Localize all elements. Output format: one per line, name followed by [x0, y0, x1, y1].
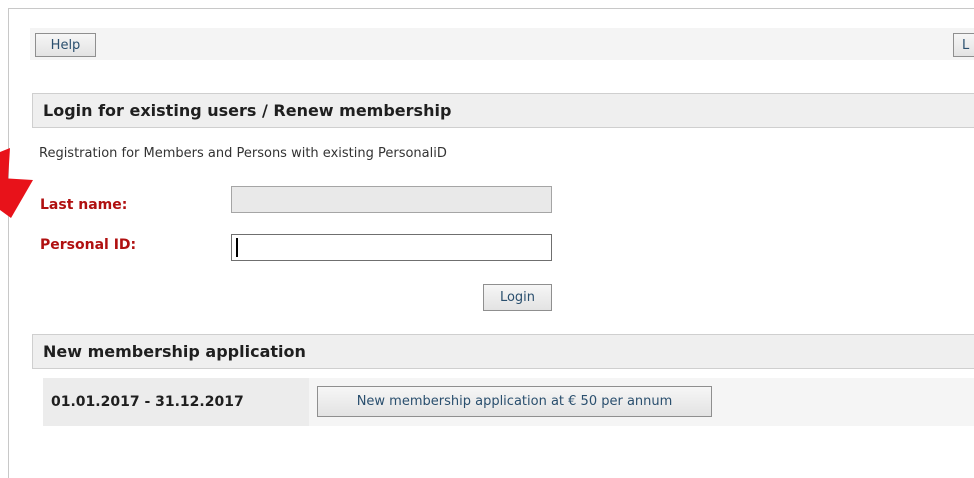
application-section-header: New membership application: [32, 334, 974, 369]
new-membership-application-button[interactable]: New membership application at € 50 per a…: [317, 386, 712, 417]
last-name-input[interactable]: [231, 186, 552, 213]
personal-id-label: Personal ID:: [40, 237, 137, 253]
red-arrow-icon: [0, 148, 33, 218]
last-name-label: Last name:: [40, 197, 128, 213]
help-button[interactable]: Help: [35, 33, 96, 57]
toolbar-right-button[interactable]: L: [953, 33, 974, 57]
login-section-subtitle: Registration for Members and Persons wit…: [39, 146, 447, 161]
login-section-header: Login for existing users / Renew members…: [32, 93, 974, 128]
top-toolbar: [30, 28, 974, 60]
login-button[interactable]: Login: [483, 284, 552, 311]
text-caret: [236, 238, 238, 257]
membership-period-label: 01.01.2017 - 31.12.2017: [51, 394, 244, 410]
personal-id-input[interactable]: [231, 234, 552, 261]
